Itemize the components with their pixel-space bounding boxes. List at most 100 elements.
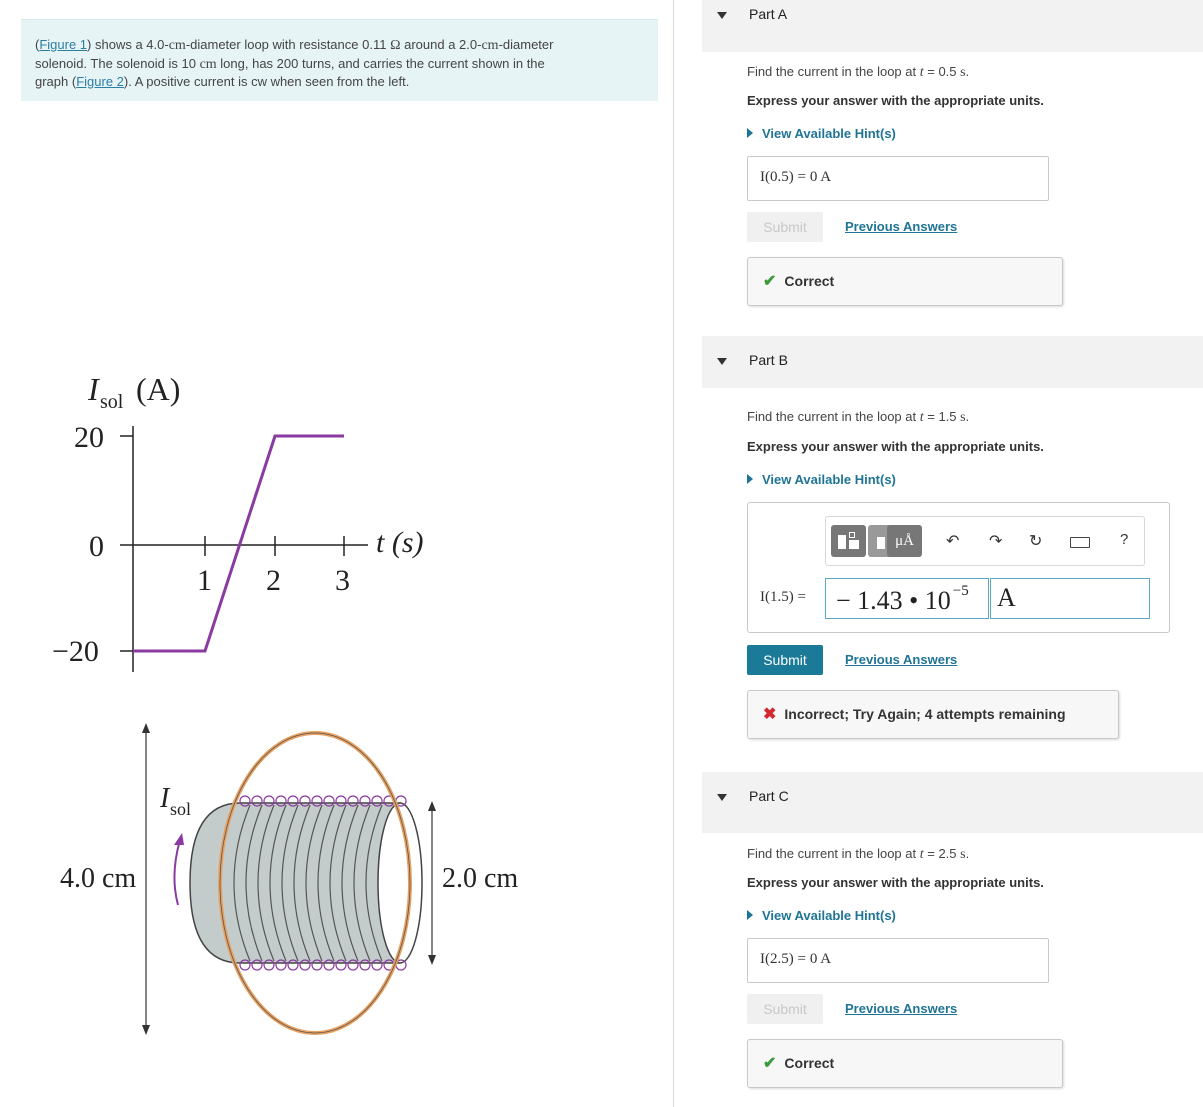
keyboard-icon[interactable] <box>1070 537 1090 548</box>
answer-value: 0 A <box>809 951 832 967</box>
question-variable: t <box>919 410 924 425</box>
part-b-question: Find the current in the loop at t = 1.5 … <box>747 409 970 425</box>
unit-ohm: Ω <box>390 38 401 53</box>
part-b-unit-input[interactable]: A <box>990 578 1150 619</box>
part-b-feedback: ✖ Incorrect; Try Again; 4 attempts remain… <box>747 690 1119 739</box>
part-c-title: Part C <box>749 788 789 804</box>
part-a-express: Express your answer with the appropriate… <box>747 93 1044 108</box>
pane-divider <box>673 0 674 1107</box>
answer-value: 0 A <box>809 169 832 185</box>
part-a-answer-box: I(0.5) = 0 A <box>747 156 1049 201</box>
current-graph: I sol (A) 20 0 −20 1 2 3 t (s) <box>52 371 424 672</box>
question-prefix: Find the current in the loop at <box>747 846 917 861</box>
question-prefix: Find the current in the loop at <box>747 409 917 424</box>
isol-sub: sol <box>170 799 191 819</box>
arrow-head <box>142 723 150 733</box>
y-tick-label-0: 0 <box>89 530 104 563</box>
y-tick-label-20: 20 <box>74 421 104 454</box>
units-button[interactable]: μÅ <box>887 525 922 557</box>
answer-mantissa: − 1.43 • 10 <box>836 586 951 615</box>
answer-label: I(0.5) = <box>760 169 806 185</box>
feedback-text: Correct <box>784 1055 835 1071</box>
part-a-title: Part A <box>749 6 788 22</box>
redo-icon[interactable]: ↷ <box>989 531 1002 551</box>
collapse-caret-icon[interactable] <box>717 12 727 19</box>
problem-text-3: around a 2.0- <box>404 37 482 52</box>
expand-triangle-icon <box>747 910 753 920</box>
x-tick-label-2: 2 <box>266 564 281 597</box>
part-b-title: Part B <box>749 352 788 368</box>
question-variable: t <box>919 847 924 862</box>
current-direction-arrow <box>173 839 181 906</box>
x-axis-label: t (s) <box>376 526 424 559</box>
problem-text-1: shows a 4.0- <box>95 37 169 52</box>
question-prefix: Find the current in the loop at <box>747 64 917 79</box>
answer-unit: A <box>997 583 1016 612</box>
math-toolbar: μÅ ↶ ↷ ↻ ? <box>825 516 1145 566</box>
label-4cm: 4.0 cm <box>60 863 136 894</box>
part-c-submit-button[interactable]: Submit <box>747 994 823 1024</box>
unit-cm: cm <box>168 38 186 53</box>
question-value: = 1.5 <box>927 409 957 424</box>
graph-ylabel-unit: (A) <box>136 371 180 407</box>
part-c-hint-link[interactable]: View Available Hint(s) <box>747 908 896 923</box>
question-variable: t <box>919 65 924 80</box>
feedback-text: Correct <box>784 273 835 289</box>
part-b-value-input[interactable]: − 1.43 • 10 −5 <box>825 578 989 619</box>
unit-cm: cm <box>199 56 217 72</box>
problem-text-5: solenoid. The solenoid is 10 <box>35 55 196 71</box>
part-a-question: Find the current in the loop at t = 0.5 … <box>747 64 970 80</box>
problem-text-6: long, has 200 turns, and carries the cur… <box>220 55 545 71</box>
expand-triangle-icon <box>747 128 753 138</box>
feedback-text: Incorrect; Try Again; 4 attempts remaini… <box>784 706 1066 722</box>
x-mark-icon: ✖ <box>763 706 777 723</box>
question-value: = 0.5 <box>927 64 957 79</box>
question-unit: s <box>960 65 966 80</box>
part-a-header[interactable]: Part A <box>702 0 1203 52</box>
part-a-hint-link[interactable]: View Available Hint(s) <box>747 126 896 141</box>
answer-label: I(2.5) = <box>760 951 806 967</box>
part-b-submit-button[interactable]: Submit <box>747 645 823 675</box>
problem-text-7: graph ( <box>35 74 77 89</box>
hint-label: View Available Hint(s) <box>762 908 896 923</box>
graph-ylabel-I: I <box>87 371 100 407</box>
part-b-previous-answers-link[interactable]: Previous Answers <box>845 652 957 667</box>
graph-ylabel-sub: sol <box>100 391 124 413</box>
part-a-previous-answers-link[interactable]: Previous Answers <box>845 219 957 234</box>
figure-2-link[interactable]: Figure 2 <box>76 74 124 89</box>
part-c-header[interactable]: Part C <box>702 772 1203 833</box>
solenoid-figure: 4.0 cm I sol 2.0 cm <box>60 723 518 1035</box>
hint-label: View Available Hint(s) <box>762 126 896 141</box>
check-icon: ✔ <box>763 1055 777 1072</box>
part-b-header[interactable]: Part B <box>702 336 1203 388</box>
expand-triangle-icon <box>747 474 753 484</box>
part-c-feedback: ✔ Correct <box>747 1039 1063 1088</box>
part-a-feedback: ✔ Correct <box>747 257 1063 306</box>
templates-button[interactable] <box>831 525 866 557</box>
unit-cm: cm <box>481 38 499 53</box>
collapse-caret-icon[interactable] <box>717 358 727 365</box>
reset-icon[interactable]: ↻ <box>1029 531 1042 551</box>
current-series-line <box>133 434 344 653</box>
arrow-head <box>142 1025 150 1035</box>
arrow-head <box>428 955 436 965</box>
part-a-submit-button[interactable]: Submit <box>747 212 823 242</box>
problem-text-2: -diameter loop with resistance 0.11 <box>185 37 387 52</box>
part-b-answer-label: I(1.5) = <box>760 589 806 605</box>
check-icon: ✔ <box>763 273 777 290</box>
label-2cm: 2.0 cm <box>442 863 518 894</box>
help-button[interactable]: ? <box>1120 531 1128 548</box>
problem-text-4: -diameter <box>498 37 554 52</box>
figure-1-link[interactable]: Figure 1 <box>39 37 87 52</box>
undo-icon[interactable]: ↶ <box>946 531 959 551</box>
x-tick-label-3: 3 <box>335 564 350 597</box>
collapse-caret-icon[interactable] <box>717 794 727 801</box>
part-c-previous-answers-link[interactable]: Previous Answers <box>845 1001 957 1016</box>
hint-label: View Available Hint(s) <box>762 472 896 487</box>
question-unit: s <box>960 847 966 862</box>
part-c-question: Find the current in the loop at t = 2.5 … <box>747 846 970 862</box>
part-b-hint-link[interactable]: View Available Hint(s) <box>747 472 896 487</box>
x-tick-label-1: 1 <box>197 564 212 597</box>
answer-exponent: −5 <box>952 583 969 599</box>
y-tick-label-neg20: −20 <box>52 635 99 668</box>
